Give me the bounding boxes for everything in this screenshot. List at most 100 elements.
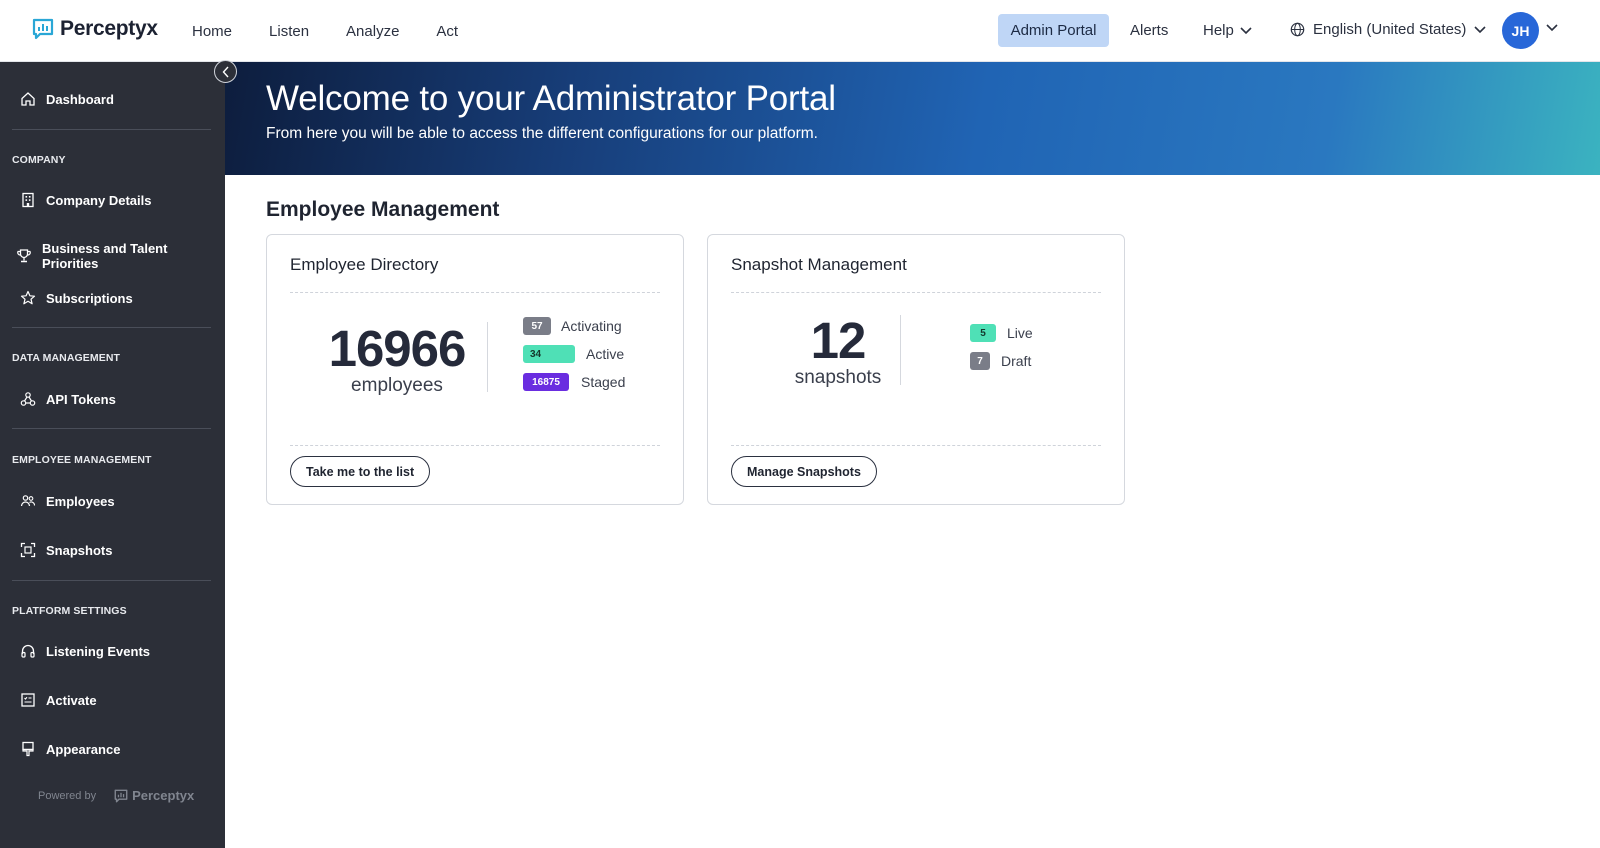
manage-snapshots-button[interactable]: Manage Snapshots: [731, 456, 877, 487]
status-badge: 7: [970, 352, 990, 370]
powered-by-footer: Powered by Perceptyx: [38, 788, 194, 803]
nav-analyze[interactable]: Analyze: [346, 23, 399, 40]
sidebar-item-employees[interactable]: Employees: [20, 493, 115, 509]
sidebar-item-label: Activate: [46, 692, 97, 708]
admin-sidebar: Dashboard COMPANY Company Details Busine…: [0, 62, 225, 848]
sidebar-item-label: Appearance: [46, 741, 121, 757]
status-badge: 34: [523, 345, 575, 363]
powered-brand-name: Perceptyx: [132, 788, 195, 803]
stat-active: 34 Active: [523, 345, 624, 363]
brand-logo-link[interactable]: Perceptyx: [32, 17, 158, 41]
card-title: Snapshot Management: [731, 255, 907, 274]
stats-divider: [487, 322, 488, 392]
sidebar-item-company-details[interactable]: Company Details: [20, 192, 151, 208]
sidebar-item-label: Dashboard: [46, 91, 114, 107]
building-icon: [22, 192, 34, 208]
top-navigation-bar: Perceptyx Home Listen Analyze Act Admin …: [0, 0, 1600, 62]
sidebar-divider: [12, 327, 211, 328]
sidebar-item-activate[interactable]: Activate: [20, 692, 97, 708]
status-badge: 16875: [523, 373, 569, 391]
welcome-banner: Welcome to your Administrator Portal Fro…: [225, 62, 1600, 175]
chevron-left-icon: [222, 66, 229, 77]
sidebar-item-dashboard[interactable]: Dashboard: [20, 91, 114, 107]
stat-activating: 57 Activating: [523, 317, 622, 335]
trophy-icon: [17, 249, 31, 263]
stats-divider: [900, 315, 901, 385]
stat-label: Activating: [561, 318, 622, 334]
language-selector[interactable]: English (United States): [1290, 21, 1486, 38]
language-label: English (United States): [1313, 21, 1467, 38]
status-badge: 5: [970, 324, 996, 342]
sidebar-section-data-management: DATA MANAGEMENT: [12, 352, 121, 364]
sidebar-item-label: Listening Events: [46, 643, 151, 659]
stat-staged: 16875 Staged: [523, 373, 625, 391]
chevron-down-icon: [1240, 26, 1252, 34]
snapshot-management-card: Snapshot Management 12 snapshots 5 Live …: [707, 234, 1125, 505]
powered-by-brand: Perceptyx: [114, 788, 194, 803]
stat-label: Staged: [581, 374, 626, 390]
sidebar-item-label: Company Details: [46, 192, 152, 208]
stat-live: 5 Live: [970, 324, 1033, 342]
users-icon: [20, 495, 36, 507]
perceptyx-logo-icon: [114, 789, 128, 802]
chevron-down-icon[interactable]: [1546, 24, 1558, 32]
card-divider: [290, 445, 660, 446]
employee-directory-card: Employee Directory 16966 employees 57 Ac…: [266, 234, 684, 505]
card-divider: [731, 292, 1101, 293]
stat-draft: 7 Draft: [970, 352, 1031, 370]
api-token-icon: [20, 392, 36, 406]
sidebar-item-api-tokens[interactable]: API Tokens: [20, 391, 116, 407]
headphones-icon: [21, 644, 35, 658]
paint-brush-icon: [22, 741, 34, 757]
home-icon: [21, 92, 35, 106]
snapshot-icon: [20, 542, 36, 558]
utility-nav: Admin Portal Alerts Help English (United…: [960, 0, 1600, 62]
admin-portal-button[interactable]: Admin Portal: [998, 14, 1109, 47]
snapshot-count: 12: [810, 312, 867, 369]
sidebar-section-platform-settings: PLATFORM SETTINGS: [12, 605, 127, 617]
alerts-link[interactable]: Alerts: [1130, 22, 1168, 39]
sidebar-item-snapshots[interactable]: Snapshots: [20, 542, 112, 558]
nav-act[interactable]: Act: [436, 23, 458, 40]
banner-title: Welcome to your Administrator Portal: [266, 79, 836, 118]
sidebar-item-label: Subscriptions: [46, 290, 133, 306]
help-label: Help: [1203, 22, 1234, 39]
main-nav: Home Listen Analyze Act: [192, 0, 495, 62]
employee-count: 16966: [328, 320, 467, 377]
stat-label: Active: [586, 346, 625, 362]
stat-label: Draft: [1001, 353, 1032, 369]
employee-count-label: employees: [351, 375, 443, 396]
brand-name: Perceptyx: [60, 17, 158, 40]
card-title: Employee Directory: [290, 255, 439, 274]
sidebar-item-label: Snapshots: [46, 542, 113, 558]
sidebar-collapse-button[interactable]: [214, 60, 237, 83]
snapshot-count-label: snapshots: [794, 367, 882, 388]
user-avatar[interactable]: JH: [1502, 12, 1539, 49]
card-divider: [731, 445, 1101, 446]
sidebar-divider: [12, 428, 211, 429]
help-menu[interactable]: Help: [1203, 22, 1252, 39]
sidebar-section-employee-management: EMPLOYEE MANAGEMENT: [12, 454, 152, 466]
nav-home[interactable]: Home: [192, 23, 232, 40]
card-divider: [290, 292, 660, 293]
sidebar-item-business-talent-priorities[interactable]: Business and Talent Priorities: [16, 241, 225, 271]
status-badge: 57: [523, 317, 551, 335]
perceptyx-logo-icon: [32, 18, 54, 40]
nav-listen[interactable]: Listen: [269, 23, 309, 40]
sidebar-item-listening-events[interactable]: Listening Events: [20, 643, 150, 659]
checklist-icon: [21, 693, 35, 707]
take-me-to-list-button[interactable]: Take me to the list: [290, 456, 431, 487]
sidebar-item-appearance[interactable]: Appearance: [20, 741, 120, 757]
powered-by-label: Powered by: [38, 789, 97, 802]
globe-icon: [1290, 22, 1305, 37]
sidebar-section-company: COMPANY: [12, 154, 66, 166]
sidebar-item-label: Employees: [46, 493, 115, 509]
chevron-down-icon: [1474, 25, 1486, 33]
sidebar-item-label: Business and Talent Priorities: [42, 241, 168, 271]
stat-label: Live: [1007, 325, 1033, 341]
section-title: Employee Management: [266, 198, 500, 221]
banner-subtitle: From here you will be able to access the…: [266, 125, 818, 142]
sidebar-item-subscriptions[interactable]: Subscriptions: [20, 290, 133, 306]
sidebar-divider: [12, 580, 211, 581]
star-icon: [20, 290, 36, 305]
